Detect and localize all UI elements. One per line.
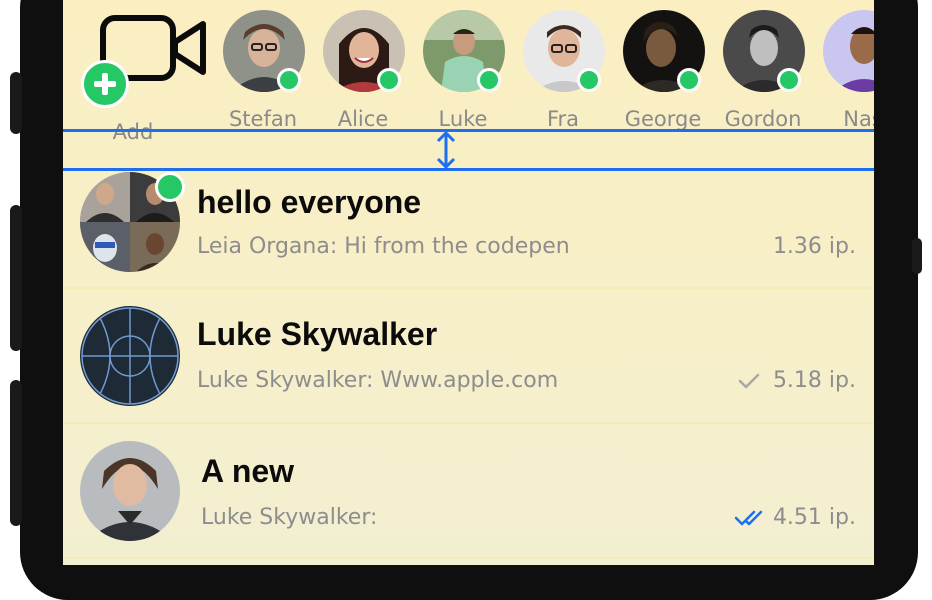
resize-vertical-icon[interactable]	[435, 130, 457, 170]
avatar	[80, 441, 180, 541]
chat-row[interactable]: Luke Skywalker Luke Skywalker: Www.apple…	[63, 288, 874, 422]
guide-line-top	[63, 129, 874, 132]
online-indicator	[777, 68, 801, 92]
story-name: Luke	[438, 107, 488, 131]
chat-preview: Luke Skywalker: Www.apple.com	[197, 368, 559, 393]
chat-title: Luke Skywalker	[197, 316, 438, 352]
story-name: George	[624, 107, 702, 131]
story-stefan[interactable]: Stefan	[213, 10, 313, 135]
app-screen: Add Stefan Alice Luke Fra George Gordon …	[63, 0, 874, 565]
online-indicator	[377, 68, 401, 92]
chat-time: 5.18 ip.	[772, 368, 856, 393]
chat-time: 4.51 ip.	[772, 505, 856, 530]
power-button	[912, 238, 922, 274]
chat-preview: Luke Skywalker:	[201, 505, 378, 530]
chat-time: 1.36 ip.	[772, 234, 856, 259]
avatar	[823, 10, 874, 92]
online-indicator	[277, 68, 301, 92]
story-fra[interactable]: Fra	[513, 10, 613, 135]
story-luke[interactable]: Luke	[413, 10, 513, 135]
plus-icon	[81, 60, 129, 108]
story-alice[interactable]: Alice	[313, 10, 413, 135]
story-gordon[interactable]: Gordon	[713, 10, 813, 135]
chat-title: A new	[201, 453, 295, 489]
story-name: Fra	[546, 107, 580, 131]
stories-row: Add Stefan Alice Luke Fra George Gordon …	[63, 0, 874, 144]
chat-row[interactable]: hello everyone Leia Organa: Hi from the …	[63, 172, 874, 306]
story-george[interactable]: George	[613, 10, 713, 135]
online-indicator	[677, 68, 701, 92]
chat-preview: Leia Organa: Hi from the codepen	[197, 234, 570, 259]
story-name: Alice	[337, 107, 389, 131]
online-indicator	[477, 68, 501, 92]
sent-check-icon	[738, 373, 760, 389]
story-name: Nas	[843, 107, 874, 131]
chat-row[interactable]: A new Luke Skywalker: 4.51 ip.	[63, 423, 874, 557]
guide-line-bottom	[63, 168, 874, 171]
story-nas[interactable]: Nas	[813, 10, 874, 135]
divider	[63, 557, 874, 559]
add-story-label: Add	[112, 120, 154, 144]
chat-title: hello everyone	[197, 184, 422, 220]
online-indicator	[155, 172, 185, 202]
add-story-button[interactable]: Add	[63, 10, 206, 144]
read-double-check-icon	[734, 510, 763, 526]
story-name: Gordon	[724, 107, 802, 131]
online-indicator	[577, 68, 601, 92]
story-name: Stefan	[228, 107, 298, 131]
volume-up-button	[10, 205, 22, 351]
mute-switch	[10, 72, 22, 134]
volume-down-button	[10, 380, 22, 526]
avatar	[80, 306, 180, 406]
